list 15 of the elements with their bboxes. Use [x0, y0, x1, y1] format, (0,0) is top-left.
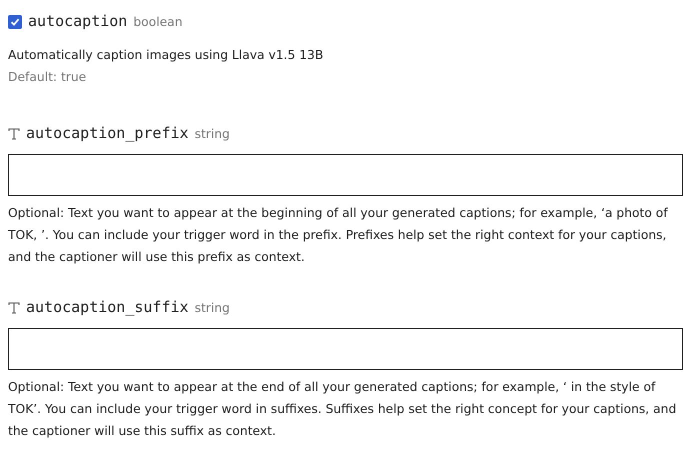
field-name: autocaption	[28, 11, 128, 32]
field-type: boolean	[133, 14, 183, 31]
checkbox[interactable]	[8, 15, 22, 29]
field-name: autocaption_prefix	[26, 123, 189, 144]
field-description: Automatically caption images using Llava v1.5 13B	[8, 47, 324, 64]
input-field[interactable]	[8, 328, 683, 370]
input-field[interactable]	[8, 154, 683, 196]
field-description: Optional: Text you want to appear at the beginning of all your generated captions; for example, ‘a photo of TOK, ’. You can include your trigger word in the prefix. Prefixes help set the right context for your captions, and the captioner will use this prefix as context.	[8, 205, 669, 266]
text-type-icon	[8, 128, 20, 140]
field-type: string	[194, 126, 230, 143]
text-type-icon	[8, 302, 20, 314]
field-name: autocaption_suffix	[26, 297, 189, 318]
default-value: Default: true	[8, 69, 88, 86]
field-description: Optional: Text you want to appear at the end of all your generated captions; for example, ‘ in the style of TOK’. You can include your trigger word in suffixes. Suffixes help set the right concept for your captions, and the captioner will use this suffix as context.	[8, 379, 678, 440]
field-type: string	[194, 300, 230, 317]
